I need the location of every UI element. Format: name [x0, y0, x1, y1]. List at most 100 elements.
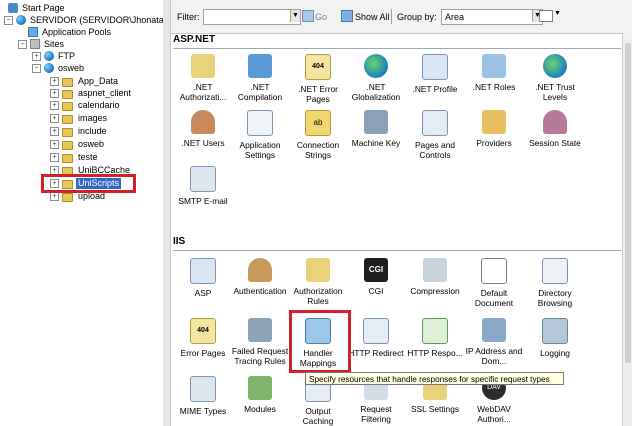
feature-logging[interactable]: Logging: [526, 318, 584, 359]
feature-net-authorization[interactable]: .NET Authorizati...: [174, 54, 232, 102]
feature-mime-types[interactable]: MIME Types: [174, 376, 232, 417]
feature-session-state[interactable]: Session State: [526, 110, 584, 149]
icon-text: ab: [313, 118, 323, 127]
asp-icon: [190, 258, 216, 284]
vertical-scrollbar[interactable]: [622, 33, 632, 426]
tree-label: aspnet_client: [78, 88, 132, 98]
feature-net-roles[interactable]: .NET Roles: [465, 54, 523, 93]
feature-smtp-email[interactable]: SMTP E-mail: [174, 166, 232, 207]
feature-label: Directory Browsing: [537, 288, 573, 308]
feature-modules[interactable]: Modules: [231, 376, 289, 415]
feature-default-document[interactable]: Default Document: [465, 258, 523, 308]
feature-label: HTTP Redirect: [348, 348, 404, 358]
feature-http-response-headers[interactable]: HTTP Respo...: [406, 318, 464, 359]
feature-label: Failed Request Tracing Rules: [231, 346, 289, 366]
feature-label: .NET Error Pages: [298, 84, 338, 104]
expand-icon[interactable]: +: [50, 140, 59, 149]
feature-label: Compression: [410, 286, 460, 296]
server-icon: [16, 15, 26, 25]
folder-icon: [62, 193, 73, 202]
expand-icon[interactable]: +: [50, 101, 59, 110]
feature-providers[interactable]: Providers: [465, 110, 523, 149]
view-dropdown-icon[interactable]: ▼: [554, 10, 561, 17]
feature-cgi[interactable]: CGI CGI: [347, 258, 405, 297]
scrollbar-thumb[interactable]: [625, 43, 631, 363]
feature-net-trust-levels[interactable]: .NET Trust Levels: [526, 54, 584, 102]
toolbar-separator: [391, 9, 392, 24]
compression-icon: [423, 258, 447, 282]
expand-icon[interactable]: +: [50, 192, 59, 201]
modules-icon: [248, 376, 272, 400]
go-button[interactable]: Go: [315, 12, 327, 22]
feature-directory-browsing[interactable]: Directory Browsing: [526, 258, 584, 308]
feature-ip-address-domain[interactable]: IP Address and Dom...: [465, 318, 523, 366]
folder-icon: [62, 141, 73, 150]
filter-input[interactable]: ▼: [203, 9, 301, 25]
collapse-icon[interactable]: −: [18, 40, 27, 49]
feature-pages-and-controls[interactable]: Pages and Controls: [406, 110, 464, 160]
document-icon: [481, 258, 507, 284]
feature-error-pages[interactable]: 404 Error Pages: [174, 318, 232, 359]
expand-icon[interactable]: +: [32, 52, 41, 61]
feature-net-compilation[interactable]: .NET Compilation: [231, 54, 289, 102]
expand-icon[interactable]: +: [50, 77, 59, 86]
show-all-icon[interactable]: [341, 10, 353, 22]
feature-authorization-rules[interactable]: Authorization Rules: [289, 258, 347, 306]
tree-label: SERVIDOR (SERVIDOR\Jhonata): [30, 15, 167, 25]
error-404-icon: 404: [305, 54, 331, 80]
view-icon[interactable]: [539, 10, 553, 22]
group-by-value: Area: [445, 12, 465, 22]
feature-failed-request-tracing[interactable]: Failed Request Tracing Rules: [231, 318, 289, 366]
failed-request-icon: [248, 318, 272, 342]
go-icon[interactable]: [302, 10, 314, 22]
show-all-button[interactable]: Show All: [355, 12, 390, 22]
feature-compression[interactable]: Compression: [406, 258, 464, 297]
expand-icon[interactable]: +: [50, 89, 59, 98]
filter-label: Filter:: [177, 12, 200, 22]
tree-label: Application Pools: [42, 27, 112, 37]
tree-label: Start Page: [22, 3, 65, 13]
authentication-icon: [248, 258, 272, 282]
globe-check-icon: [543, 54, 567, 78]
globe-icon: [44, 51, 54, 61]
feature-label: Modules: [244, 404, 276, 414]
feature-asp[interactable]: ASP: [174, 258, 232, 299]
feature-label: Authentication: [233, 286, 287, 296]
collapse-icon[interactable]: −: [4, 16, 13, 25]
feature-machine-key[interactable]: Machine Key: [347, 110, 405, 149]
feature-http-redirect[interactable]: HTTP Redirect: [347, 318, 405, 359]
expand-icon[interactable]: +: [50, 127, 59, 136]
panel-splitter[interactable]: [163, 0, 171, 426]
feature-label: .NET Users: [181, 138, 225, 148]
folder-icon: [62, 102, 73, 111]
dropdown-arrow-icon[interactable]: ▼: [290, 10, 300, 22]
feature-label: Error Pages: [180, 348, 226, 358]
directory-icon: [542, 258, 568, 284]
expand-icon[interactable]: +: [50, 153, 59, 162]
feature-net-globalization[interactable]: .NET Globalization: [347, 54, 405, 102]
feature-net-error-pages[interactable]: 404 .NET Error Pages: [289, 54, 347, 104]
folder-icon: [62, 78, 73, 87]
feature-net-profile[interactable]: .NET Profile: [406, 54, 464, 95]
group-by-select[interactable]: Area ▼: [441, 9, 543, 25]
tree-label: teste: [78, 152, 98, 162]
sites-icon: [30, 39, 40, 49]
feature-label: Session State: [529, 138, 581, 148]
redirect-icon: [363, 318, 389, 344]
filter-toolbar: Filter: ▼ Go Show All Group by: Area ▼ ▼: [171, 0, 632, 34]
download-icon: [248, 54, 272, 78]
feature-connection-strings[interactable]: ab Connection Strings: [289, 110, 347, 160]
collapse-icon[interactable]: −: [32, 64, 41, 73]
ab-icon: ab: [305, 110, 331, 136]
tree-label: Sites: [44, 39, 65, 49]
tree-label: calendario: [78, 100, 120, 110]
feature-authentication[interactable]: Authentication: [231, 258, 289, 297]
pages-icon: [422, 110, 448, 136]
highlight-box: [41, 174, 136, 193]
expand-icon[interactable]: +: [50, 114, 59, 123]
tree-label: images: [78, 113, 108, 123]
feature-label: .NET Globalization: [351, 82, 401, 102]
network-icon: [482, 318, 506, 342]
feature-application-settings[interactable]: Application Settings: [231, 110, 289, 160]
feature-net-users[interactable]: .NET Users: [174, 110, 232, 149]
